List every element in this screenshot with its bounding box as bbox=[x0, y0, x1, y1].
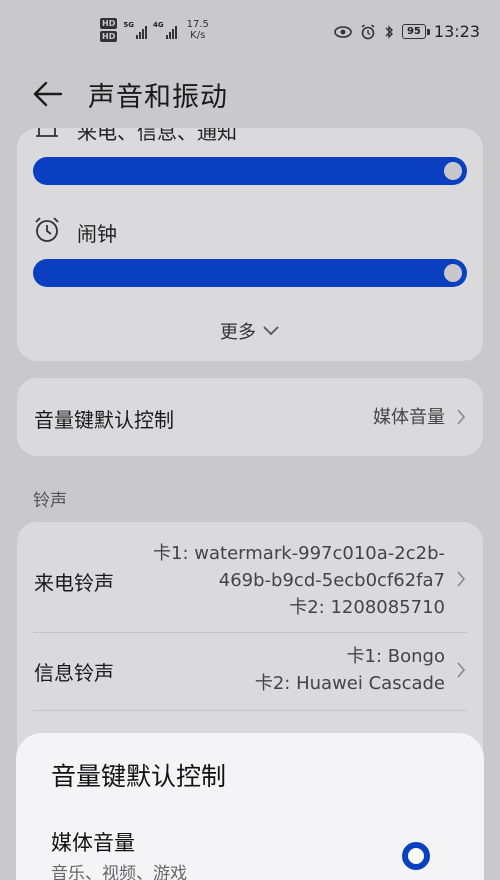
bell-icon bbox=[36, 128, 58, 137]
network-speed-value: 17.5 bbox=[186, 19, 209, 30]
status-right: 95 13:23 bbox=[334, 22, 480, 41]
message-ringtone-line1: 卡1: Bongo bbox=[346, 646, 445, 667]
eye-icon bbox=[334, 25, 352, 38]
hd-badge-1: HD bbox=[100, 18, 118, 29]
arrow-left-icon bbox=[33, 81, 63, 107]
message-ringtone-title: 信息铃声 bbox=[34, 661, 114, 685]
call-ringtone-line3: 卡2: 1208085710 bbox=[289, 597, 445, 618]
chevron-right-icon bbox=[457, 662, 466, 678]
ring-volume-slider-thumb[interactable] bbox=[444, 162, 462, 180]
chevron-right-icon bbox=[457, 571, 466, 587]
divider bbox=[33, 710, 467, 711]
battery-indicator: 95 bbox=[401, 24, 430, 39]
alarm-clock-icon bbox=[35, 217, 59, 242]
media-volume-radio[interactable] bbox=[402, 842, 430, 870]
alarm-status-icon bbox=[361, 23, 375, 39]
status-bar: HD HD 5G 4G 17.5 K/s 95 13:23 bbox=[0, 0, 500, 62]
signal-5g-icon: 5G bbox=[123, 21, 147, 39]
bluetooth-icon bbox=[385, 24, 393, 39]
ring-volume-label: 来电、信息、通知 bbox=[77, 128, 237, 144]
network-speed-unit: K/s bbox=[190, 30, 206, 41]
call-ringtone-line2: 469b-b9cd-5ecb0cf62fa7 bbox=[218, 570, 445, 591]
volume-card: 来电、信息、通知 闹钟 更多 bbox=[17, 128, 483, 361]
hd-indicators: HD HD bbox=[100, 18, 118, 42]
message-ringtone-row[interactable]: 信息铃声 卡1: Bongo 卡2: Huawei Cascade bbox=[17, 633, 483, 711]
app-header: 声音和振动 bbox=[0, 62, 500, 124]
volume-key-title: 音量键默认控制 bbox=[34, 408, 174, 432]
network-type-2: 4G bbox=[152, 21, 164, 29]
alarm-volume-slider[interactable] bbox=[33, 259, 467, 287]
call-ringtone-title: 来电铃声 bbox=[34, 571, 114, 595]
alarm-volume-slider-thumb[interactable] bbox=[444, 264, 462, 282]
media-volume-option-subtitle: 音乐、视频、游戏 bbox=[51, 864, 187, 880]
sheet-title: 音量键默认控制 bbox=[51, 762, 227, 791]
network-speed: 17.5 K/s bbox=[187, 19, 209, 41]
call-ringtone-value: 卡1: watermark-997c010a-2c2b- 469b-b9cd-5… bbox=[153, 540, 445, 621]
more-label: 更多 bbox=[220, 322, 256, 343]
media-volume-option-title[interactable]: 媒体音量 bbox=[51, 827, 135, 857]
hd-badge-2: HD bbox=[100, 31, 118, 42]
volume-key-sheet: 音量键默认控制 媒体音量 音乐、视频、游戏 bbox=[16, 733, 484, 880]
call-ringtone-row[interactable]: 来电铃声 卡1: watermark-997c010a-2c2b- 469b-b… bbox=[17, 522, 483, 632]
chevron-right-icon bbox=[457, 409, 466, 425]
status-left: HD HD 5G 4G 17.5 K/s bbox=[100, 18, 209, 42]
signal-4g-icon: 4G bbox=[153, 21, 177, 39]
message-ringtone-line2: 卡2: Huawei Cascade bbox=[254, 673, 445, 694]
volume-key-row[interactable]: 音量键默认控制 媒体音量 bbox=[17, 378, 483, 456]
network-type-1: 5G bbox=[123, 21, 134, 29]
back-button[interactable] bbox=[28, 74, 68, 114]
call-ringtone-line1: 卡1: watermark-997c010a-2c2b- bbox=[153, 543, 445, 564]
alarm-volume-label: 闹钟 bbox=[77, 222, 117, 246]
status-time: 13:23 bbox=[433, 22, 480, 41]
chevron-down-icon bbox=[263, 326, 279, 336]
message-ringtone-value: 卡1: Bongo 卡2: Huawei Cascade bbox=[255, 643, 445, 697]
ringtone-section-label: 铃声 bbox=[33, 491, 67, 511]
volume-key-value: 媒体音量 bbox=[373, 407, 445, 428]
more-button[interactable]: 更多 bbox=[17, 318, 483, 344]
ring-volume-slider[interactable] bbox=[33, 157, 467, 185]
page-title: 声音和振动 bbox=[88, 82, 228, 113]
